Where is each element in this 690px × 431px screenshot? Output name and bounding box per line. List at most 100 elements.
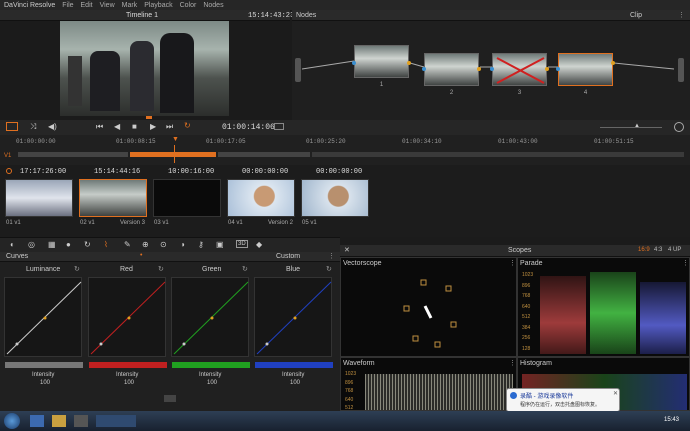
color-wheels-icon[interactable]: ◎ [28,240,35,249]
rgb-mixer-icon[interactable]: ● [66,240,71,249]
timeline-name[interactable]: Timeline 1 [126,12,158,19]
curves-preset[interactable]: Custom [276,253,300,260]
node-graph[interactable]: 1 2 3 4 [292,21,690,120]
droplet-icon[interactable]: ◆ [256,240,262,249]
go-to-start-icon[interactable]: ⏮ [96,122,103,132]
viewer-image[interactable] [60,21,229,116]
intensity-value-luminance[interactable]: 100 [40,380,50,386]
clip-filter-icon[interactable] [6,168,12,174]
timeline-clip-1[interactable] [18,152,128,157]
scopes-res[interactable]: 16:9 [638,247,650,253]
clip-thumb-1[interactable] [5,179,73,217]
waveform-scope[interactable]: Waveform ⋮ 1023 896 768 640 512 [340,357,517,411]
menu-view[interactable]: View [100,2,115,9]
curve-graph-blue[interactable] [254,277,332,357]
parade-scope[interactable]: Parade ⋮ 1023 896 768 640 512 384 256 12… [517,257,690,357]
node-3-output-dot[interactable] [545,67,549,71]
curve-graph-red[interactable] [88,277,166,357]
reverse-play-icon[interactable]: ◀ [114,122,120,131]
qualifier-icon[interactable]: ✎ [124,240,131,249]
curve-graph-green[interactable] [171,277,249,357]
menu-color[interactable]: Color [180,2,197,9]
menu-file[interactable]: File [62,2,73,9]
scopes-zoom[interactable]: 4:3 [654,247,662,253]
stop-icon[interactable]: ■ [132,122,137,131]
menu-playback[interactable]: Playback [144,2,172,9]
output-handle[interactable] [678,58,684,82]
timeline-clip-rest[interactable] [312,152,684,157]
viewer-mode-icon[interactable] [6,122,18,131]
start-button[interactable] [4,413,20,429]
camera-raw-icon[interactable]: ◐ [10,240,15,249]
explorer-taskbar-icon[interactable] [52,415,66,427]
playhead-marker-icon[interactable]: ▼ [172,136,179,143]
node-1-output-dot[interactable] [407,61,411,65]
window-icon[interactable]: ⊕ [142,240,149,249]
menu-nodes[interactable]: Nodes [203,2,223,9]
node-4-input-dot[interactable] [556,67,560,71]
curve-reset-green-icon[interactable]: ↻ [242,265,248,273]
clock[interactable]: 15:43 [664,417,679,423]
intensity-bar-blue[interactable] [255,362,333,368]
key-icon[interactable]: ⚷ [198,240,204,249]
curves-icon[interactable]: ⌇ [104,240,108,249]
node-3-input-dot[interactable] [490,67,494,71]
menu-edit[interactable]: Edit [81,2,93,9]
play-icon[interactable]: ▶ [150,122,156,131]
volume-icon[interactable]: ◀) [48,122,57,131]
parade-menu-icon[interactable]: ⋮ [682,259,689,267]
tray-notification[interactable]: 录酷 - 游戏录像软件 程序仍在运行，双击托盘图标恢复。 ✕ [506,388,620,412]
curve-reset-blue-icon[interactable]: ↻ [326,265,332,273]
clip-thumb-3[interactable] [153,179,221,217]
clip-thumb-5[interactable] [301,179,369,217]
intensity-bar-luminance[interactable] [5,362,83,368]
resolve-taskbar-button[interactable] [96,415,136,427]
node-1-input-dot[interactable] [352,61,356,65]
stereo-3d-icon[interactable]: 3D [236,240,248,248]
app-taskbar-icon[interactable] [74,415,88,427]
clip-thumb-4[interactable] [227,179,295,217]
nodes-menu-icon[interactable]: ⋮ [678,11,685,19]
node-2-output-dot[interactable] [477,67,481,71]
loop-icon[interactable]: ↻ [184,121,191,130]
menu-mark[interactable]: Mark [122,2,138,9]
timeline-clip-3[interactable] [218,152,310,157]
node-2-input-dot[interactable] [422,67,426,71]
node-2[interactable]: 2 [424,53,479,96]
curve-reset-red-icon[interactable]: ↻ [158,265,164,273]
node-4[interactable]: 4 [558,53,613,96]
scopes-layout[interactable]: 4 UP [668,247,681,253]
waveform-menu-icon[interactable]: ⋮ [509,359,516,367]
intensity-bar-red[interactable] [89,362,167,368]
motion-icon[interactable]: ↻ [84,240,91,249]
timeline-view-icon[interactable] [274,123,284,130]
curve-reset-luminance-icon[interactable]: ↻ [74,265,80,273]
curves-menu-icon[interactable]: ⋮ [328,252,335,260]
timeline-clip-2[interactable] [130,152,216,157]
panel-collapse-icon[interactable] [164,395,176,402]
scopes-close-icon[interactable]: ✕ [344,246,350,254]
primaries-bars-icon[interactable]: ▦ [48,240,56,249]
power-icon[interactable] [674,122,684,132]
intensity-bar-green[interactable] [172,362,250,368]
source-input-handle[interactable] [295,58,301,82]
intensity-value-blue[interactable]: 100 [290,380,300,386]
intensity-value-red[interactable]: 100 [124,380,134,386]
blur-icon[interactable]: ◑ [180,240,185,249]
clip-thumb-2[interactable] [79,179,147,217]
node-4-output-dot[interactable] [611,61,615,65]
ie-taskbar-icon[interactable] [30,415,44,427]
tracker-icon[interactable]: ⊙ [160,240,167,249]
vectorscope[interactable]: Vectorscope ⋮ [340,257,517,357]
nodes-mode-select[interactable]: Clip [630,12,642,19]
shuffle-icon[interactable]: ⤨ [30,122,36,132]
zoom-slider-handle[interactable]: ▲ [634,123,640,129]
go-to-end-icon[interactable]: ⏭ [166,122,173,132]
intensity-value-green[interactable]: 100 [207,380,217,386]
notification-close-icon[interactable]: ✕ [613,390,618,397]
node-3[interactable]: 3 [492,53,547,96]
zoom-slider[interactable] [600,127,662,128]
curve-graph-luminance[interactable] [4,277,82,357]
sizing-icon[interactable]: ▣ [216,240,224,249]
mini-timeline[interactable]: 01:00:00:00 01:00:08:15 01:00:17:05 01:0… [0,135,690,165]
